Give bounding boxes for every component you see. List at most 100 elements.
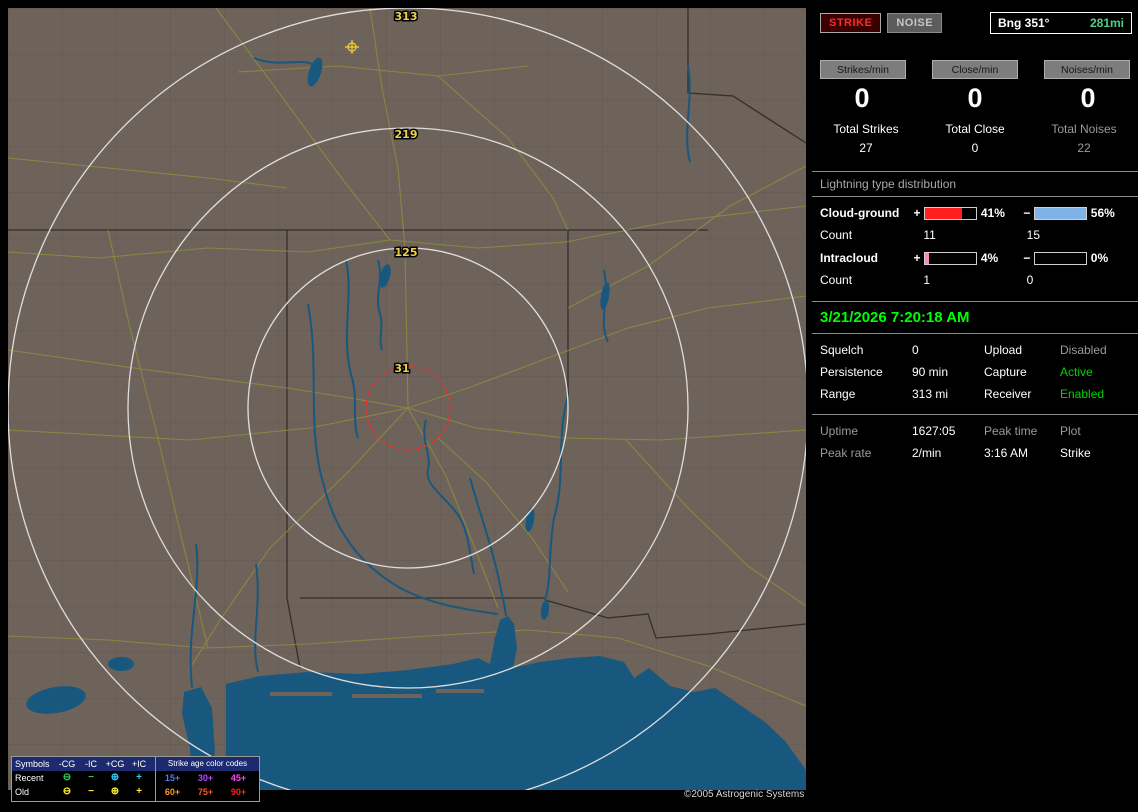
persistence-label: Persistence [820,365,883,379]
legend-age-header: Strike age color codes [167,759,248,768]
uptime-value: 1627:05 [912,424,956,438]
ic-plus-bar [923,251,977,265]
total-noises-value: 22 [1077,141,1091,155]
peak-time-value: 3:16 AM [984,446,1029,460]
cg-plus-pct: 41% [980,206,1005,220]
old-pos-cg-icon: ⊕ [110,786,120,797]
peak-time-label: Peak time [984,424,1038,438]
strike-button[interactable]: STRIKE [820,13,882,33]
legend-col-neg-ic: -IC [85,759,97,769]
age-45: 45+ [230,773,247,783]
range-label: Range [820,387,856,401]
cg-minus-bar [1033,206,1087,220]
ic-plus-count: 1 [923,273,931,287]
legend-col-pos-cg: +CG [105,759,125,769]
recent-neg-cg-icon: ⊖ [62,772,72,783]
old-pos-ic-icon: + [136,786,142,797]
legend-symbols-header: Symbols [15,759,50,769]
peak-rate-value: 2/min [912,446,942,460]
plus-sign: + [913,206,921,220]
map-svg[interactable]: 313 219 125 31 [8,8,806,790]
ring-label-31: 31 [394,362,409,375]
bearing-display: Bng 351° 281mi [990,12,1132,34]
upload-value: Disabled [1060,343,1107,357]
old-neg-ic-icon: − [88,786,94,797]
ic-minus-pct: 0% [1090,251,1109,265]
total-close-label: Total Close [945,122,1005,136]
recent-pos-ic-icon: + [136,772,142,783]
noises-per-min-value: 0 [1080,83,1096,113]
cg-count-label: Count [820,228,853,242]
minus-sign: − [1023,206,1031,220]
old-neg-cg-icon: ⊖ [62,786,72,797]
total-noises-label: Total Noises [1051,122,1117,136]
squelch-label: Squelch [820,343,864,357]
age-30: 30+ [197,773,214,783]
legend-old-label: Old [15,787,30,797]
strikes-per-min-value: 0 [854,83,870,113]
uptime-label: Uptime [820,424,859,438]
map-legend: Symbols -CG -IC +CG +IC Recent ⊖ − ⊕ + O… [11,756,260,802]
receiver-status-grid: Squelch 0 Upload Disabled Persistence 90… [812,334,1138,410]
bearing-value: Bng 351° [998,16,1050,30]
ring-label-125: 125 [395,246,418,259]
legend-col-pos-ic: +IC [131,759,147,769]
age-90: 90+ [230,787,247,797]
cg-minus-count: 15 [1026,228,1041,242]
total-close: Total Close 0 [929,122,1021,155]
noise-button[interactable]: NOISE [887,13,943,33]
recent-neg-ic-icon: − [88,772,94,783]
cloud-ground-label: Cloud-ground [820,206,900,220]
legend-recent-label: Recent [15,773,44,783]
ic-minus-count: 0 [1026,273,1034,287]
ring-label-219: 219 [395,128,418,141]
cloud-ground-row: Cloud-ground + 41% − 56% [812,206,1138,220]
status-panel: STRIKE NOISE Bng 351° 281mi Strikes/min … [812,0,1138,812]
nexstorm-window: 313 219 125 31 Symbols -CG -IC +CG +IC R [0,0,1138,812]
squelch-value: 0 [912,343,919,357]
receiver-label: Receiver [984,387,1032,401]
close-per-min-chip[interactable]: Close/min [932,60,1018,79]
datetime-display: 3/21/2026 7:20:18 AM [812,301,1138,334]
plus-sign: + [913,251,921,265]
lightning-map[interactable]: 313 219 125 31 [8,8,806,790]
upload-label: Upload [984,343,1023,357]
strikes-per-min-chip[interactable]: Strikes/min [820,60,906,79]
ic-count-row: Count 1 0 [812,273,1138,287]
ic-plus-pct: 4% [980,251,999,265]
plot-label: Plot [1060,424,1081,438]
noises-per-min-chip[interactable]: Noises/min [1044,60,1130,79]
capture-value: Active [1060,365,1093,379]
receiver-value: Enabled [1060,387,1105,401]
cg-count-row: Count 11 15 [812,228,1138,242]
plot-value: Strike [1060,446,1091,460]
stats-grid: Uptime 1627:05 Peak time Plot Peak rate … [812,415,1138,469]
legend-symbols-section: Symbols -CG -IC +CG +IC Recent ⊖ − ⊕ + O… [12,757,155,801]
distribution-title: Lightning type distribution [812,171,1138,197]
legend-col-neg-cg: -CG [58,759,76,769]
close-per-min-value: 0 [967,83,983,113]
cg-plus-bar [923,206,977,220]
peak-rate-label: Peak rate [820,446,872,460]
age-75: 75+ [197,787,214,797]
ic-count-label: Count [820,273,853,287]
ic-minus-bar [1033,251,1087,265]
persistence-value: 90 min [912,365,949,379]
ring-label-313: 313 [395,10,418,23]
total-noises: Total Noises 22 [1038,122,1130,155]
capture-label: Capture [984,365,1027,379]
total-strikes-value: 27 [859,141,873,155]
intracloud-label: Intracloud [820,251,879,265]
age-15: 15+ [164,773,181,783]
cg-minus-pct: 56% [1090,206,1115,220]
minus-sign: − [1023,251,1031,265]
copyright-text: ©2005 Astrogenic Systems [684,789,805,800]
range-value: 313 mi [912,387,949,401]
recent-pos-cg-icon: ⊕ [110,772,120,783]
total-strikes-label: Total Strikes [833,122,899,136]
legend-age-section: Strike age color codes 15+ 30+ 45+ 60+ 7… [155,757,259,801]
bearing-distance: 281mi [1089,16,1124,30]
cg-plus-count: 11 [923,228,936,242]
age-60: 60+ [164,787,181,797]
total-strikes: Total Strikes 27 [820,122,912,155]
